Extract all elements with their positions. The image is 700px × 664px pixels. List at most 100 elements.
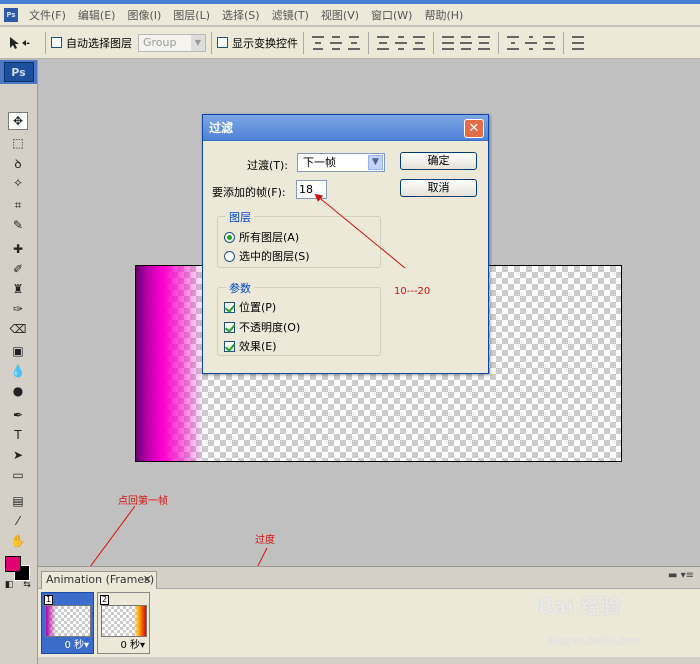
align-right-icon[interactable] bbox=[412, 35, 426, 50]
transition-value: 下一帧 bbox=[303, 156, 336, 169]
shape-tool-icon[interactable]: ▭ bbox=[8, 466, 28, 484]
auto-select-checkbox[interactable] bbox=[51, 37, 62, 48]
separator bbox=[368, 31, 369, 54]
separator bbox=[211, 31, 212, 54]
menu-filter[interactable]: 滤镜(T) bbox=[266, 7, 315, 23]
hand-tool-icon[interactable]: ✋ bbox=[8, 532, 28, 550]
radio-all-layers-row[interactable]: 所有图层(A) bbox=[224, 229, 299, 245]
radio-selected-layers-row[interactable]: 选中的图层(S) bbox=[224, 248, 310, 264]
params-group-title: 参数 bbox=[226, 280, 254, 296]
menu-image[interactable]: 图像(I) bbox=[121, 7, 167, 23]
menu-layer[interactable]: 图层(L) bbox=[167, 7, 216, 23]
crop-tool-icon[interactable]: ⌗ bbox=[8, 196, 28, 214]
menu-view[interactable]: 视图(V) bbox=[315, 7, 365, 23]
foreground-color-swatch[interactable] bbox=[5, 556, 21, 572]
separator bbox=[563, 31, 564, 54]
animation-frames-tab[interactable]: Animation (Frames) ✕ bbox=[41, 571, 157, 589]
animation-frame-1[interactable]: 1 0 秒▾ bbox=[41, 592, 94, 654]
annotation-tween: 过度 bbox=[255, 535, 275, 546]
frames-to-add-input[interactable]: 18 bbox=[296, 180, 327, 199]
move-tool-icon[interactable]: ✥ bbox=[8, 112, 28, 130]
animation-controls-bar bbox=[38, 657, 700, 664]
menu-select[interactable]: 选择(S) bbox=[216, 7, 266, 23]
menu-window[interactable]: 窗口(W) bbox=[365, 7, 418, 23]
gradient-tool-icon[interactable]: ▣ bbox=[8, 342, 28, 360]
animation-frame-2[interactable]: 2 0 秒▾ bbox=[97, 592, 150, 654]
dodge-tool-icon[interactable]: ● bbox=[8, 382, 28, 400]
chevron-down-icon: ▼ bbox=[368, 155, 383, 170]
cancel-button[interactable]: 取消 bbox=[400, 179, 477, 197]
blur-tool-icon[interactable]: 💧 bbox=[8, 362, 28, 380]
frame-thumbnail bbox=[45, 605, 91, 637]
align-bottom-icon[interactable] bbox=[347, 35, 361, 50]
layers-group: 图层 所有图层(A) 选中的图层(S) bbox=[217, 209, 381, 268]
align-left-icon[interactable] bbox=[376, 35, 390, 50]
brush-tool-icon[interactable]: ✐ bbox=[8, 260, 28, 278]
dialog-title: 过滤 bbox=[203, 115, 488, 141]
menu-help[interactable]: 帮助(H) bbox=[418, 7, 469, 23]
check-position[interactable] bbox=[224, 301, 235, 313]
options-bar: 自动选择图层 Group ▼ 显示变换控件 bbox=[0, 27, 700, 59]
layers-group-title: 图层 bbox=[226, 209, 254, 225]
history-brush-tool-icon[interactable]: ✑ bbox=[8, 300, 28, 318]
close-icon[interactable]: ✕ bbox=[143, 572, 152, 588]
params-group: 参数 位置(P) 不透明度(O) 效果(E) bbox=[217, 280, 381, 356]
check-effects-row[interactable]: 效果(E) bbox=[224, 338, 277, 354]
ok-button[interactable]: 确定 bbox=[400, 152, 477, 170]
move-tool-preset-icon[interactable] bbox=[8, 31, 40, 55]
chevron-down-icon: ▼ bbox=[191, 34, 205, 51]
menu-bar: Ps 文件(F) 编辑(E) 图像(I) 图层(L) 选择(S) 滤镜(T) 视… bbox=[0, 4, 700, 26]
watermark-logo: Bai 经验 bbox=[538, 594, 621, 618]
healing-brush-tool-icon[interactable]: ✚ bbox=[8, 240, 28, 258]
align-vcenter-icon[interactable] bbox=[329, 35, 343, 50]
magenta-gradient-layer bbox=[136, 266, 204, 461]
animation-tab-label: Animation (Frames) bbox=[46, 573, 155, 586]
distribute-bottom-icon[interactable] bbox=[477, 35, 491, 50]
auto-align-icon[interactable] bbox=[571, 35, 585, 50]
eyedropper-tool-icon[interactable]: ⁄ bbox=[8, 512, 28, 530]
menu-edit[interactable]: 编辑(E) bbox=[72, 7, 122, 23]
auto-select-dropdown[interactable]: Group ▼ bbox=[138, 33, 206, 52]
frame-delay[interactable]: 0 秒▾ bbox=[98, 636, 149, 651]
frames-to-add-label: 要添加的帧(F): bbox=[212, 186, 286, 199]
watermark-url: jingyan.baidu.com bbox=[548, 636, 641, 647]
tween-dialog: 过滤 ✕ 过渡(T): 下一帧 ▼ 要添加的帧(F): 18 确定 取消 图层 … bbox=[202, 114, 489, 374]
transition-dropdown[interactable]: 下一帧 ▼ bbox=[297, 153, 385, 172]
frame-number: 1 bbox=[44, 595, 53, 605]
auto-select-label: 自动选择图层 bbox=[66, 36, 132, 50]
distribute-left-icon[interactable] bbox=[506, 35, 520, 50]
stamp-tool-icon[interactable]: ♜ bbox=[8, 280, 28, 298]
radio-selected-layers[interactable] bbox=[224, 250, 235, 262]
eraser-tool-icon[interactable]: ⌫ bbox=[8, 320, 28, 338]
show-transform-checkbox[interactable] bbox=[217, 37, 228, 48]
magic-wand-tool-icon[interactable]: ✧ bbox=[8, 174, 28, 192]
menu-file[interactable]: 文件(F) bbox=[23, 7, 72, 23]
close-icon[interactable]: ✕ bbox=[464, 119, 484, 138]
photoshop-logo[interactable]: Ps bbox=[3, 62, 34, 82]
slice-tool-icon[interactable]: ✎ bbox=[8, 216, 28, 234]
check-effects[interactable] bbox=[224, 340, 235, 352]
frame-delay[interactable]: 0 秒▾ bbox=[42, 636, 93, 651]
type-tool-icon[interactable]: T bbox=[8, 426, 28, 444]
distribute-right-icon[interactable] bbox=[542, 35, 556, 50]
panel-menu-icon[interactable]: ▬ ▾≡ bbox=[668, 570, 694, 581]
check-opacity-row[interactable]: 不透明度(O) bbox=[224, 319, 300, 335]
pen-tool-icon[interactable]: ✒ bbox=[8, 406, 28, 424]
notes-tool-icon[interactable]: ▤ bbox=[8, 492, 28, 510]
separator bbox=[433, 31, 434, 54]
annotation-first-frame: 点回第一帧 bbox=[118, 496, 168, 507]
frame-thumbnail bbox=[101, 605, 147, 637]
radio-all-layers[interactable] bbox=[224, 231, 235, 243]
marquee-tool-icon[interactable]: ⬚ bbox=[8, 134, 28, 152]
path-selection-tool-icon[interactable]: ➤ bbox=[8, 446, 28, 464]
check-position-row[interactable]: 位置(P) bbox=[224, 299, 276, 315]
separator bbox=[303, 31, 304, 54]
lasso-tool-icon[interactable]: ꝺ bbox=[8, 154, 28, 172]
group-select-value: Group bbox=[143, 35, 177, 49]
align-top-icon[interactable] bbox=[311, 35, 325, 50]
align-hcenter-icon[interactable] bbox=[394, 35, 408, 50]
check-opacity[interactable] bbox=[224, 321, 235, 333]
distribute-hcenter-icon[interactable] bbox=[524, 35, 538, 50]
distribute-vcenter-icon[interactable] bbox=[459, 35, 473, 50]
distribute-top-icon[interactable] bbox=[441, 35, 455, 50]
